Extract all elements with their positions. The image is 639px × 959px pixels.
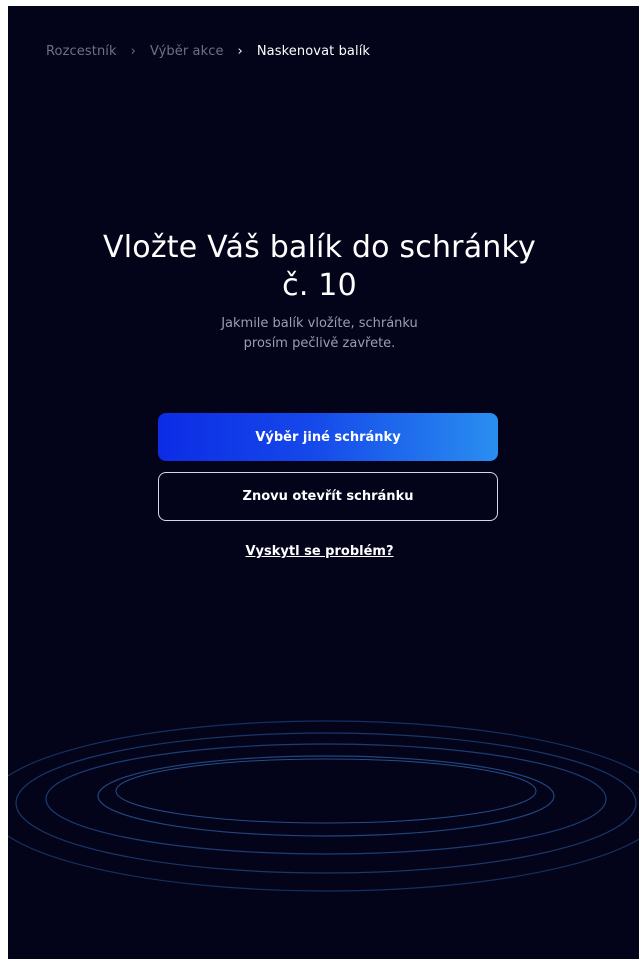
ring-inner [115, 758, 537, 824]
ring-3 [45, 743, 607, 855]
chevron-right-icon: › [130, 43, 136, 59]
page-subtitle-line-2: prosím pečlivě zavřete. [243, 336, 396, 351]
ring-outer [8, 720, 639, 892]
decorative-rings [8, 720, 639, 892]
page-title-line-1: Vložte Váš balík do schránky [103, 230, 536, 265]
page-subtitle: Jakmile balík vložíte, schránku prosím p… [8, 314, 639, 354]
breadcrumb-item-vyber-akce[interactable]: Výběr akce [150, 44, 224, 59]
problem-link-wrapper: Vyskytl se problém? [8, 543, 639, 561]
ring-4 [97, 755, 555, 837]
report-problem-link[interactable]: Vyskytl se problém? [246, 544, 394, 559]
ring-2 [15, 732, 637, 874]
page-title-line-2: č. 10 [282, 268, 357, 303]
reopen-box-button[interactable]: Znovu otevřít schránku [158, 472, 498, 521]
chevron-right-icon: › [237, 43, 243, 59]
page-subtitle-line-1: Jakmile balík vložíte, schránku [221, 316, 418, 331]
app-screen: Rozcestník › Výběr akce › Naskenovat bal… [8, 6, 639, 959]
breadcrumb-item-rozcestnik[interactable]: Rozcestník [46, 44, 117, 59]
breadcrumb: Rozcestník › Výběr akce › Naskenovat bal… [46, 41, 370, 61]
page-title: Vložte Váš balík do schránky č. 10 [8, 229, 639, 305]
choose-other-box-button[interactable]: Výběr jiné schránky [158, 413, 498, 461]
breadcrumb-item-current: Naskenovat balík [256, 43, 371, 59]
